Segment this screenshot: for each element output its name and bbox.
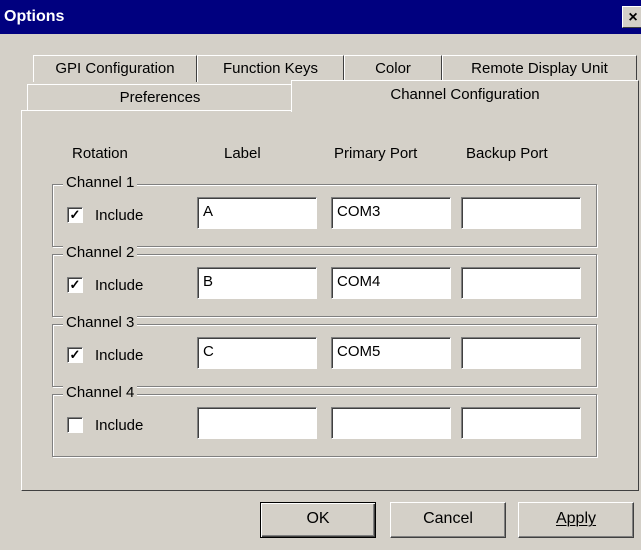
channel-2-include-checkbox[interactable]: ✓ [67, 277, 83, 293]
column-header-label: Label [224, 145, 261, 162]
channel-4-label-field[interactable] [197, 407, 317, 439]
tab-label: GPI Configuration [55, 60, 175, 77]
tab-label: Function Keys [222, 60, 319, 77]
column-header-backup-port: Backup Port [466, 145, 548, 162]
tab-label: Channel Configuration [390, 86, 540, 103]
check-icon: ✓ [69, 347, 81, 362]
apply-button[interactable]: Apply [518, 502, 634, 538]
channel-2-group: Channel 2 ✓ Include B COM4 [52, 244, 597, 317]
tab-function-keys[interactable]: Function Keys [197, 55, 344, 82]
check-icon: ✓ [69, 277, 81, 292]
channel-1-label-field[interactable]: A [197, 197, 317, 229]
ok-button[interactable]: OK [260, 502, 376, 538]
channel-3-group: Channel 3 ✓ Include C COM5 [52, 314, 597, 387]
channel-4-label: Channel 4 [63, 384, 138, 401]
channel-3-label-field[interactable]: C [197, 337, 317, 369]
channel-1-label: Channel 1 [63, 174, 138, 191]
channel-3-backup-port-field[interactable] [461, 337, 581, 369]
channel-3-include-label: Include [95, 347, 144, 364]
column-header-rotation: Rotation [72, 145, 128, 162]
ok-button-label: OK [306, 510, 330, 527]
channel-3-primary-port-field[interactable]: COM5 [331, 337, 451, 369]
title-bar: Options × [0, 0, 641, 34]
channel-3-label: Channel 3 [63, 314, 138, 331]
channel-1-include-label: Include [95, 207, 144, 224]
channel-2-label: Channel 2 [63, 244, 138, 261]
channel-4-backup-port-field[interactable] [461, 407, 581, 439]
tab-remote-display-unit[interactable]: Remote Display Unit [442, 55, 637, 82]
channel-1-include-checkbox[interactable]: ✓ [67, 207, 83, 223]
apply-button-label: Apply [555, 510, 597, 527]
close-button[interactable]: × [622, 6, 641, 28]
channel-4-include-label: Include [95, 417, 144, 434]
close-icon: × [628, 9, 638, 26]
channel-1-group: Channel 1 ✓ Include A COM3 [52, 174, 597, 247]
tab-label: Preferences [119, 89, 201, 106]
channel-2-include-label: Include [95, 277, 144, 294]
channel-2-label-field[interactable]: B [197, 267, 317, 299]
column-header-primary-port: Primary Port [334, 145, 418, 162]
tab-channel-configuration[interactable]: Channel Configuration [291, 80, 639, 112]
tab-label: Color [375, 60, 411, 77]
channel-4-primary-port-field[interactable] [331, 407, 451, 439]
tab-gpi-configuration[interactable]: GPI Configuration [33, 55, 197, 82]
cancel-button-label: Cancel [423, 510, 473, 527]
channel-4-group: Channel 4 Include [52, 384, 597, 457]
cancel-button[interactable]: Cancel [390, 502, 506, 538]
channel-3-include-checkbox[interactable]: ✓ [67, 347, 83, 363]
channel-2-backup-port-field[interactable] [461, 267, 581, 299]
window-title: Options [4, 8, 65, 25]
channel-2-primary-port-field[interactable]: COM4 [331, 267, 451, 299]
channel-1-primary-port-field[interactable]: COM3 [331, 197, 451, 229]
tab-color[interactable]: Color [344, 55, 442, 82]
channel-4-include-checkbox[interactable] [67, 417, 83, 433]
check-icon: ✓ [69, 207, 81, 222]
tab-label: Remote Display Unit [471, 60, 608, 77]
channel-1-backup-port-field[interactable] [461, 197, 581, 229]
tab-preferences[interactable]: Preferences [27, 84, 293, 111]
